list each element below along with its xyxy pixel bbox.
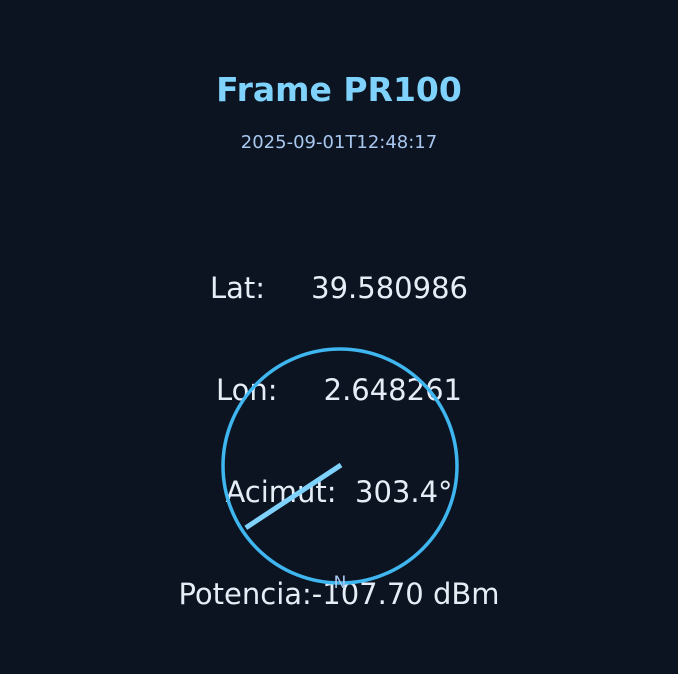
compass: N [221, 347, 459, 593]
north-label: N [334, 573, 347, 593]
frame-panel: Frame PR100 2025-09-01T12:48:17 Lat: 39.… [0, 0, 678, 674]
azimuth-needle [244, 462, 343, 530]
